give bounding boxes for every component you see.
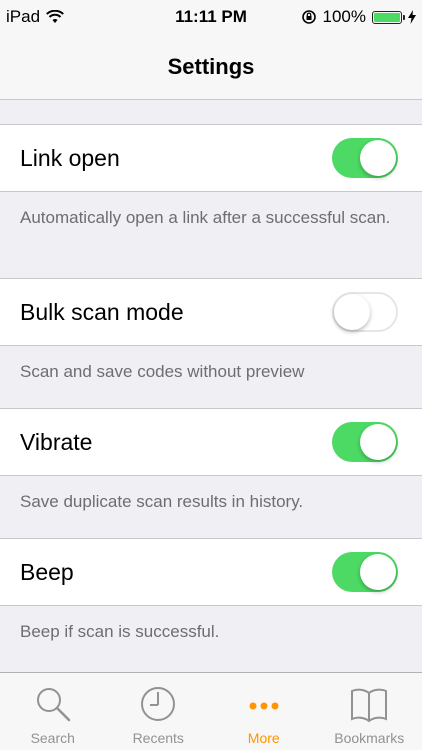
toggle-knob [360, 140, 396, 176]
more-dots-icon [249, 702, 279, 710]
tab-bookmarks[interactable]: Bookmarks [317, 673, 422, 750]
tab-search[interactable]: Search [0, 673, 106, 750]
search-icon [36, 688, 70, 722]
setting-label: Vibrate [20, 428, 93, 455]
setting-row-beep: Beep [0, 538, 422, 606]
status-bar: iPad 11:11 PM 100% [0, 0, 422, 34]
bulk-scan-toggle[interactable] [332, 292, 398, 332]
vibrate-toggle[interactable] [332, 422, 398, 462]
battery-percent: 100% [322, 7, 366, 26]
tab-more[interactable]: More [211, 673, 317, 750]
setting-footer: Scan and save codes without preview [20, 362, 305, 381]
book-icon [351, 688, 388, 723]
tab-label: Search [30, 730, 75, 746]
toggle-knob [360, 424, 396, 460]
tab-label: Recents [132, 730, 184, 746]
clock-icon [141, 687, 176, 721]
beep-toggle[interactable] [332, 552, 398, 592]
charging-bolt-icon [408, 10, 416, 24]
toggle-knob [334, 294, 370, 330]
setting-row-link-open: Link open [0, 124, 422, 192]
rotation-lock-icon [301, 10, 316, 24]
battery-icon [372, 10, 405, 24]
tab-label: More [247, 730, 280, 746]
setting-label: Beep [20, 558, 74, 585]
setting-label: Link open [20, 144, 120, 171]
tab-recents[interactable]: Recents [106, 673, 212, 750]
setting-footer: Automatically open a link after a succes… [20, 208, 391, 227]
link-open-toggle[interactable] [332, 138, 398, 178]
page-title: Settings [167, 53, 255, 79]
toggle-knob [360, 554, 396, 590]
setting-label: Bulk scan mode [20, 298, 184, 325]
setting-footer: Save duplicate scan results in history. [20, 492, 304, 511]
navigation-bar: Settings [0, 34, 422, 100]
setting-row-bulk-scan: Bulk scan mode [0, 278, 422, 346]
settings-list: Link open Automatically open a link afte… [0, 100, 422, 668]
setting-footer: Beep if scan is successful. [20, 622, 220, 641]
setting-row-vibrate: Vibrate [0, 408, 422, 476]
tab-label: Bookmarks [334, 730, 405, 746]
tab-bar: Search Recents More Bookmarks [0, 672, 422, 750]
